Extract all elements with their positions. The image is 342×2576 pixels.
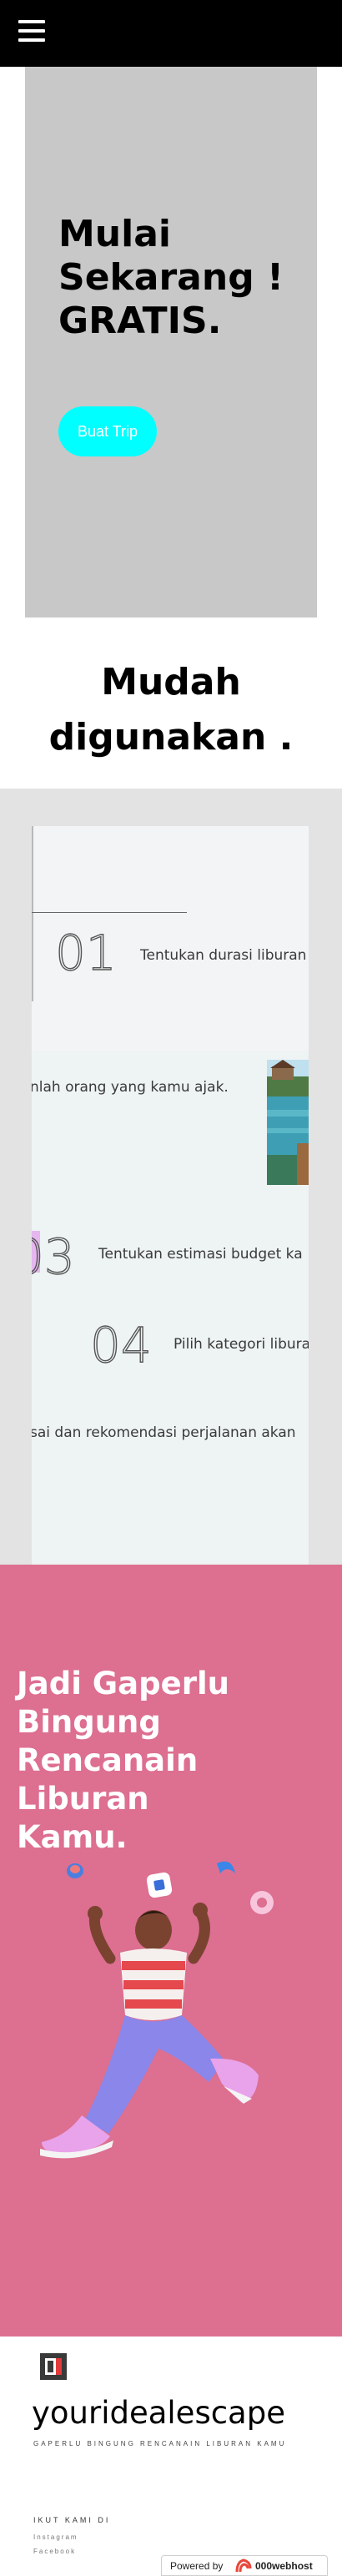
step-number: 04 <box>89 1317 152 1374</box>
webhost-logo-icon <box>235 2558 252 2573</box>
promo-title-line: Rencanain Liburan <box>17 1742 199 1817</box>
resort-pool-photo <box>267 1060 309 1185</box>
hero-title: Mulai Sekarang ! GRATIS. <box>58 213 309 343</box>
brand-name: youridealescape <box>32 2395 285 2431</box>
follow-us-label: IKUT KAMI DI <box>33 2516 111 2524</box>
running-person-illustration <box>33 1848 300 2241</box>
promo-section: Jadi Gaperlu Bingung Rencanain Liburan K… <box>0 1565 342 2337</box>
webhost-brand: 000webhost <box>255 2560 313 2572</box>
steps-carousel[interactable]: 01 Tentukan durasi liburan nlah orang ya… <box>32 826 309 1565</box>
hero-title-line: GRATIS. <box>58 300 222 342</box>
brand-tagline: GAPERLU BINGUNG RENCANAIN LIBURAN KAMU <box>33 2440 287 2447</box>
card-divider <box>32 912 187 913</box>
heading-line: digunakan . <box>48 716 294 759</box>
step-text: Pilih kategori liburan <box>174 1336 309 1353</box>
step-number: 01 <box>54 925 117 981</box>
site-footer: youridealescape GAPERLU BINGUNG RENCANAI… <box>0 2337 342 2576</box>
hamburger-menu-icon[interactable] <box>18 20 45 42</box>
powered-by-badge[interactable]: Powered by 000webhost <box>161 2555 328 2576</box>
step-text: Tentukan durasi liburan <box>140 947 307 964</box>
step-text: nlah orang yang kamu ajak. <box>32 1079 229 1096</box>
steps-section: 01 Tentukan durasi liburan nlah orang ya… <box>0 789 342 1565</box>
top-navbar <box>0 0 342 67</box>
powered-by-label: Powered by <box>170 2560 224 2572</box>
promo-title: Jadi Gaperlu Bingung Rencanain Liburan K… <box>17 1665 334 1857</box>
instagram-link[interactable]: Instagram <box>33 2533 78 2541</box>
hero-title-line: Mulai <box>58 213 171 255</box>
create-trip-button[interactable]: Buat Trip <box>58 406 157 456</box>
promo-title-line: Jadi Gaperlu <box>17 1666 229 1701</box>
easy-to-use-heading: Mudah digunakan . <box>0 655 342 765</box>
step-text: Tentukan estimasi budget ka <box>98 1246 303 1263</box>
brand-logo-icon[interactable] <box>38 2351 69 2382</box>
card-edge-divider <box>32 826 33 1001</box>
heading-line: Mudah <box>101 661 241 703</box>
hero-section: Mulai Sekarang ! GRATIS. Buat Trip <box>25 67 317 618</box>
facebook-link[interactable]: Facebook <box>33 2548 76 2555</box>
step-text: sai dan rekomendasi perjalanan akan <box>32 1424 296 1441</box>
promo-title-line: Bingung <box>17 1704 161 1740</box>
step-number: 03 <box>32 1228 76 1285</box>
hero-title-line: Sekarang ! <box>58 256 284 299</box>
